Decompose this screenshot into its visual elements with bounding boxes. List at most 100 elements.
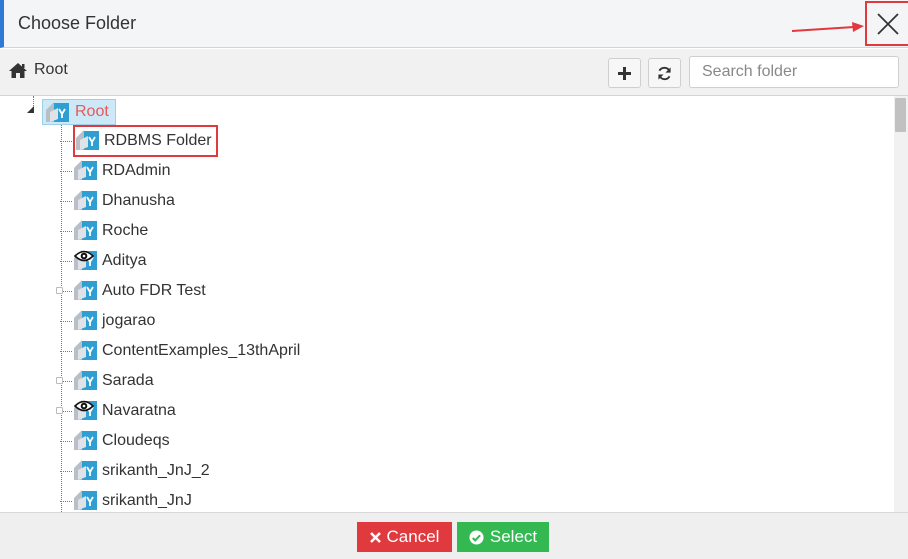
tree-node-content[interactable]: Navaratna [73,399,176,423]
tree-node-label: Cloudeqs [102,432,170,449]
folder-icon [73,189,99,213]
tree-node-label: srikanth_JnJ_2 [102,462,210,479]
folder-icon [73,279,99,303]
tree-node-label: Aditya [102,252,147,269]
select-label: Select [489,527,538,546]
tree-node-content[interactable]: Cloudeqs [73,429,170,453]
folder-icon [73,339,99,363]
folder-icon [74,280,97,300]
refresh-icon [658,66,671,80]
folder-icon [73,369,99,393]
highlight-outline[interactable]: RDBMS Folder [73,125,218,157]
tree-node[interactable]: RDAdmin [60,158,170,184]
breadcrumb[interactable]: Root [8,61,68,79]
tree-root-label: Root [75,103,109,120]
tree-node-label: Navaratna [102,402,176,419]
tree-connector [60,320,72,322]
tree-connector [60,140,72,142]
folder-icon [73,489,99,512]
tree-node-label: Auto FDR Test [102,282,206,299]
expand-toggle-icon[interactable] [56,287,63,294]
eye-icon [74,250,94,262]
select-button[interactable]: Select [457,522,549,552]
scrollbar-thumb[interactable] [895,98,906,132]
close-icon [877,13,899,35]
folder-icon [73,429,99,453]
home-icon [9,62,27,78]
vertical-scrollbar[interactable] [894,96,908,512]
tree-node[interactable]: Sarada [56,368,154,394]
collapse-triangle-icon[interactable] [26,106,35,114]
cancel-button[interactable]: Cancel [357,522,452,552]
tree-node[interactable]: Auto FDR Test [56,278,206,304]
tree-connector [60,350,72,352]
folder-icon [46,102,69,122]
folder-icon [74,460,97,480]
expand-toggle-icon[interactable] [56,407,63,414]
tree-node-content[interactable]: srikanth_JnJ [73,489,192,512]
eye-folder-icon [73,399,99,423]
tree-connector [60,260,72,262]
tree-node-label: Dhanusha [102,192,175,209]
tree-connector [60,500,72,502]
close-button[interactable] [865,1,908,46]
times-icon [369,531,381,543]
folder-icon [74,490,97,510]
folder-icon [74,370,97,390]
tree-node-content[interactable]: Auto FDR Test [73,279,206,303]
tree-node[interactable]: Cloudeqs [60,428,170,454]
eye-folder-icon [73,249,99,273]
tree-node[interactable]: Navaratna [56,398,176,424]
tree-connector [60,470,72,472]
tree-node[interactable]: Roche [60,218,148,244]
tree-node[interactable]: Dhanusha [60,188,175,214]
folder-icon [75,129,101,153]
tree-node-content[interactable]: Roche [73,219,148,243]
folder-tree: Root RDBMS Folder RDAdmin Dhanusha Roche Adi… [0,96,908,512]
tree-node[interactable]: RDBMS Folder [60,125,218,157]
tree-node-content[interactable]: srikanth_JnJ_2 [73,459,210,483]
tree-node-label: ContentExamples_13thApril [102,342,301,359]
tree-connector [60,170,72,172]
tree-node-content[interactable]: ContentExamples_13thApril [73,339,300,363]
tree-node[interactable]: Aditya [60,248,146,274]
tree-root-node[interactable]: Root [42,99,116,125]
refresh-button[interactable] [648,58,681,88]
folder-icon [74,430,97,450]
expand-toggle-icon[interactable] [56,377,63,384]
tree-connector [60,200,72,202]
eye-icon [74,400,94,412]
tree-node[interactable]: ContentExamples_13thApril [60,338,300,364]
tree-node[interactable]: srikanth_JnJ [60,488,192,512]
folder-icon [74,310,97,330]
search-folder-input[interactable] [689,56,899,88]
tree-node-content[interactable]: RDAdmin [73,159,170,183]
dialog-footer: Cancel Select [0,512,908,559]
tree-node[interactable]: srikanth_JnJ_2 [60,458,210,484]
add-folder-button[interactable] [608,58,641,88]
tree-node-content[interactable]: Sarada [73,369,154,393]
check-circle-icon [469,529,484,545]
tree-node-label: jogarao [102,312,156,329]
annotation-arrow-icon [791,22,864,32]
tree-node-content[interactable]: jogarao [73,309,155,333]
cancel-label: Cancel [386,527,440,546]
tree-node-label: RDBMS Folder [104,132,212,149]
folder-icon [73,219,99,243]
tree-node-label: RDAdmin [102,162,171,179]
breadcrumb-root[interactable]: Root [34,61,68,79]
folder-toolbar: Root [0,49,908,96]
folder-icon [76,130,99,150]
tree-connector [60,230,72,232]
folder-icon [73,309,99,333]
tree-node-content[interactable]: Aditya [73,249,146,273]
tree-node-label: Sarada [102,372,154,389]
folder-icon [74,160,97,180]
choose-folder-dialog: Choose Folder Root Search folder Root RD… [0,0,908,559]
folder-icon [74,190,97,210]
folder-icon [73,159,99,183]
dialog-title: Choose Folder [18,13,137,33]
tree-node-content[interactable]: Dhanusha [73,189,175,213]
tree-node[interactable]: jogarao [60,308,155,334]
tree-connector [60,440,72,442]
